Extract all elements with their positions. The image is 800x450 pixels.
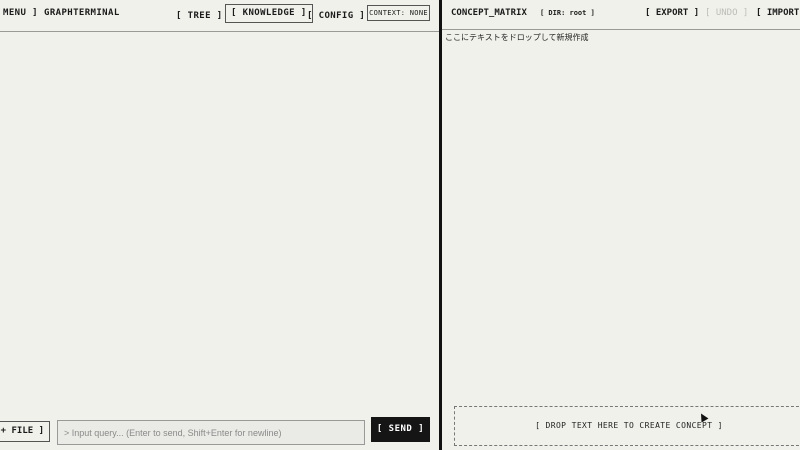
right-panel: CONCEPT_MATRIX [ DIR: root ] [ EXPORT ] … <box>442 0 800 450</box>
left-topbar: MENU ] GRAPHTERMINAL [ TREE ] [ KNOWLEDG… <box>0 0 439 32</box>
app-root: MENU ] GRAPHTERMINAL [ TREE ] [ KNOWLEDG… <box>0 0 800 450</box>
drop-hint-text: ここにテキストをドロップして新規作成 <box>445 33 589 42</box>
dir-label: [ DIR: root ] <box>540 9 595 17</box>
right-topbar: CONCEPT_MATRIX [ DIR: root ] [ EXPORT ] … <box>442 0 800 30</box>
tab-tree[interactable]: [ TREE ] <box>176 7 223 25</box>
tab-config[interactable]: [ CONFIG ] <box>307 7 365 25</box>
concept-matrix-title: CONCEPT_MATRIX <box>451 8 527 18</box>
export-button[interactable]: [ EXPORT ] <box>645 8 699 18</box>
import-button[interactable]: [ IMPORT <box>756 8 799 18</box>
tab-knowledge[interactable]: [ KNOWLEDGE ] <box>225 4 313 23</box>
menu-button[interactable]: MENU ] <box>3 8 38 18</box>
left-panel: MENU ] GRAPHTERMINAL [ TREE ] [ KNOWLEDG… <box>0 0 439 450</box>
add-file-button[interactable]: + FILE ] <box>0 421 50 442</box>
drop-zone[interactable]: [ DROP TEXT HERE TO CREATE CONCEPT ] <box>454 406 800 446</box>
context-badge: CONTEXT: NONE <box>367 5 430 21</box>
query-input[interactable] <box>57 420 365 445</box>
send-button[interactable]: [ SEND ] <box>371 417 430 442</box>
input-bar: + FILE ] [ SEND ] <box>0 417 439 450</box>
app-title: GRAPHTERMINAL <box>44 8 120 18</box>
undo-button[interactable]: [ UNDO ] <box>705 8 748 18</box>
